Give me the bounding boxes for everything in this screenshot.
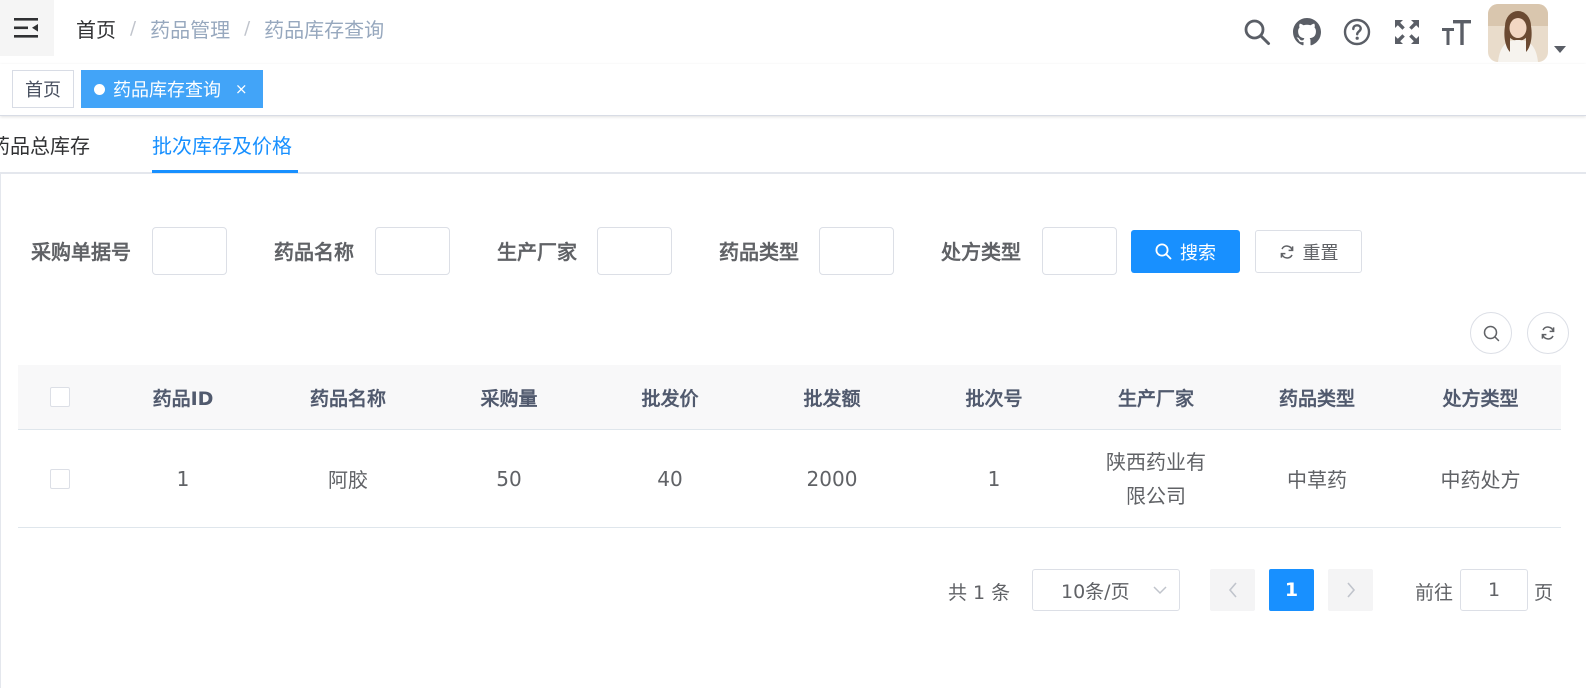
toggle-search-button[interactable] bbox=[1470, 312, 1512, 354]
cell-wholesale-price: 40 bbox=[657, 466, 683, 491]
fullscreen-icon bbox=[1395, 20, 1419, 44]
header-search-button[interactable] bbox=[1232, 7, 1282, 57]
tag-active-label: 药品库存查询 bbox=[113, 80, 221, 101]
prescription-type-label: 处方类型 bbox=[941, 240, 1021, 264]
table-row[interactable]: 1 阿胶 50 40 2000 1 陕西药业有限公司 中草药 中药处方 bbox=[18, 430, 1561, 528]
prescription-type-input[interactable] bbox=[1042, 227, 1117, 275]
header-drug-id[interactable]: 药品ID bbox=[102, 384, 264, 411]
table-header: 药品ID 药品名称 采购量 批发价 批发额 批次号 生产厂家 药品类型 处方类型 bbox=[18, 365, 1561, 430]
tab-total-inventory[interactable]: 药品总库存 bbox=[0, 130, 90, 159]
goto-page-input[interactable]: 1 bbox=[1460, 569, 1528, 611]
breadcrumb-home[interactable]: 首页 bbox=[76, 14, 116, 43]
search-button-label: 搜索 bbox=[1180, 242, 1216, 264]
pagination-total: 共 1 条 bbox=[948, 582, 1011, 604]
purchase-no-input[interactable] bbox=[152, 227, 227, 275]
page-size-value: 10条/页 bbox=[1061, 580, 1130, 603]
header-purchase-qty[interactable]: 采购量 bbox=[432, 384, 586, 411]
cell-drug-id: 1 bbox=[176, 466, 190, 491]
page-size-select[interactable]: 10条/页 bbox=[1032, 569, 1180, 611]
reset-button-label: 重置 bbox=[1302, 242, 1339, 264]
github-button[interactable] bbox=[1282, 7, 1332, 57]
navbar: 首页 / 药品管理 / 药品库存查询 bbox=[0, 0, 1586, 64]
page-number-1[interactable]: 1 bbox=[1269, 569, 1314, 611]
drug-type-input[interactable] bbox=[819, 227, 894, 275]
refresh-table-button[interactable] bbox=[1527, 312, 1569, 354]
caret-down-icon bbox=[1554, 46, 1566, 53]
header-checkbox-cell bbox=[18, 387, 102, 407]
goto-label: 前往 bbox=[1415, 582, 1454, 604]
prev-page-button[interactable] bbox=[1210, 569, 1255, 611]
cell-drug-type: 中草药 bbox=[1287, 468, 1347, 492]
row-checkbox-cell bbox=[18, 468, 102, 489]
cell-wholesale-amount: 2000 bbox=[806, 466, 858, 491]
cell-batch-no: 1 bbox=[987, 466, 1001, 491]
question-icon bbox=[1343, 18, 1371, 46]
row-checkbox[interactable] bbox=[50, 468, 70, 489]
header-drug-name[interactable]: 药品名称 bbox=[264, 384, 432, 411]
manufacturer-input[interactable] bbox=[597, 227, 672, 275]
tab-batch-inventory[interactable]: 批次库存及价格 bbox=[152, 130, 292, 159]
active-dot bbox=[94, 83, 105, 95]
avatar[interactable] bbox=[1488, 4, 1548, 62]
breadcrumb: 首页 / 药品管理 / 药品库存查询 bbox=[76, 14, 384, 43]
header-prescription-type[interactable]: 处方类型 bbox=[1400, 384, 1561, 411]
breadcrumb-separator: / bbox=[130, 18, 137, 39]
drug-name-label: 药品名称 bbox=[274, 240, 354, 264]
search-icon bbox=[1244, 19, 1270, 45]
cell-manufacturer: 陕西药业有限公司 bbox=[1106, 449, 1206, 508]
header-manufacturer[interactable]: 生产厂家 bbox=[1078, 384, 1234, 411]
drug-name-input[interactable] bbox=[375, 227, 450, 275]
right-menu bbox=[1232, 0, 1586, 64]
next-page-button[interactable] bbox=[1328, 569, 1373, 611]
inventory-table: 药品ID 药品名称 采购量 批发价 批发额 批次号 生产厂家 药品类型 处方类型… bbox=[18, 365, 1561, 528]
divider bbox=[0, 174, 1, 688]
refresh-icon bbox=[1280, 244, 1293, 259]
header-drug-type[interactable]: 药品类型 bbox=[1234, 384, 1400, 411]
avatar-dropdown[interactable] bbox=[1488, 2, 1566, 62]
font-size-button[interactable] bbox=[1432, 7, 1482, 57]
reset-button[interactable]: 重置 bbox=[1255, 230, 1362, 273]
hamburger-icon bbox=[14, 18, 38, 38]
search-button[interactable]: 搜索 bbox=[1131, 230, 1240, 273]
chevron-left-icon bbox=[1228, 582, 1237, 598]
search-icon bbox=[1155, 243, 1172, 260]
font-size-icon bbox=[1442, 20, 1471, 45]
breadcrumb-drug-management[interactable]: 药品管理 bbox=[150, 14, 230, 43]
tag-drug-inventory[interactable]: 药品库存查询 × bbox=[81, 70, 263, 108]
select-all-checkbox[interactable] bbox=[50, 387, 70, 407]
tabs: 药品总库存 批次库存及价格 bbox=[0, 116, 1586, 174]
hamburger-button[interactable] bbox=[0, 0, 54, 56]
help-button[interactable] bbox=[1332, 7, 1382, 57]
chevron-down-icon bbox=[1153, 586, 1167, 595]
tag-home-label: 首页 bbox=[25, 80, 61, 101]
drug-type-label: 药品类型 bbox=[719, 240, 799, 264]
chevron-right-icon bbox=[1346, 582, 1355, 598]
cell-prescription-type: 中药处方 bbox=[1440, 468, 1521, 492]
purchase-no-label: 采购单据号 bbox=[31, 240, 131, 264]
refresh-icon bbox=[1541, 326, 1555, 340]
tag-close-icon[interactable]: × bbox=[235, 80, 248, 98]
breadcrumb-separator: / bbox=[244, 18, 251, 39]
tag-home[interactable]: 首页 bbox=[12, 70, 74, 108]
tab-active-indicator bbox=[152, 170, 298, 173]
header-batch-no[interactable]: 批次号 bbox=[910, 384, 1078, 411]
github-icon bbox=[1293, 18, 1321, 46]
fullscreen-button[interactable] bbox=[1382, 7, 1432, 57]
cell-drug-name: 阿胶 bbox=[328, 468, 368, 492]
cell-purchase-qty: 50 bbox=[496, 466, 522, 491]
breadcrumb-current: 药品库存查询 bbox=[264, 18, 385, 42]
tags-view: 首页 药品库存查询 × bbox=[0, 64, 1586, 116]
search-icon bbox=[1483, 325, 1499, 341]
header-wholesale-amount[interactable]: 批发额 bbox=[754, 384, 910, 411]
page-suffix-label: 页 bbox=[1534, 582, 1554, 604]
header-wholesale-price[interactable]: 批发价 bbox=[586, 384, 754, 411]
manufacturer-label: 生产厂家 bbox=[497, 240, 577, 264]
